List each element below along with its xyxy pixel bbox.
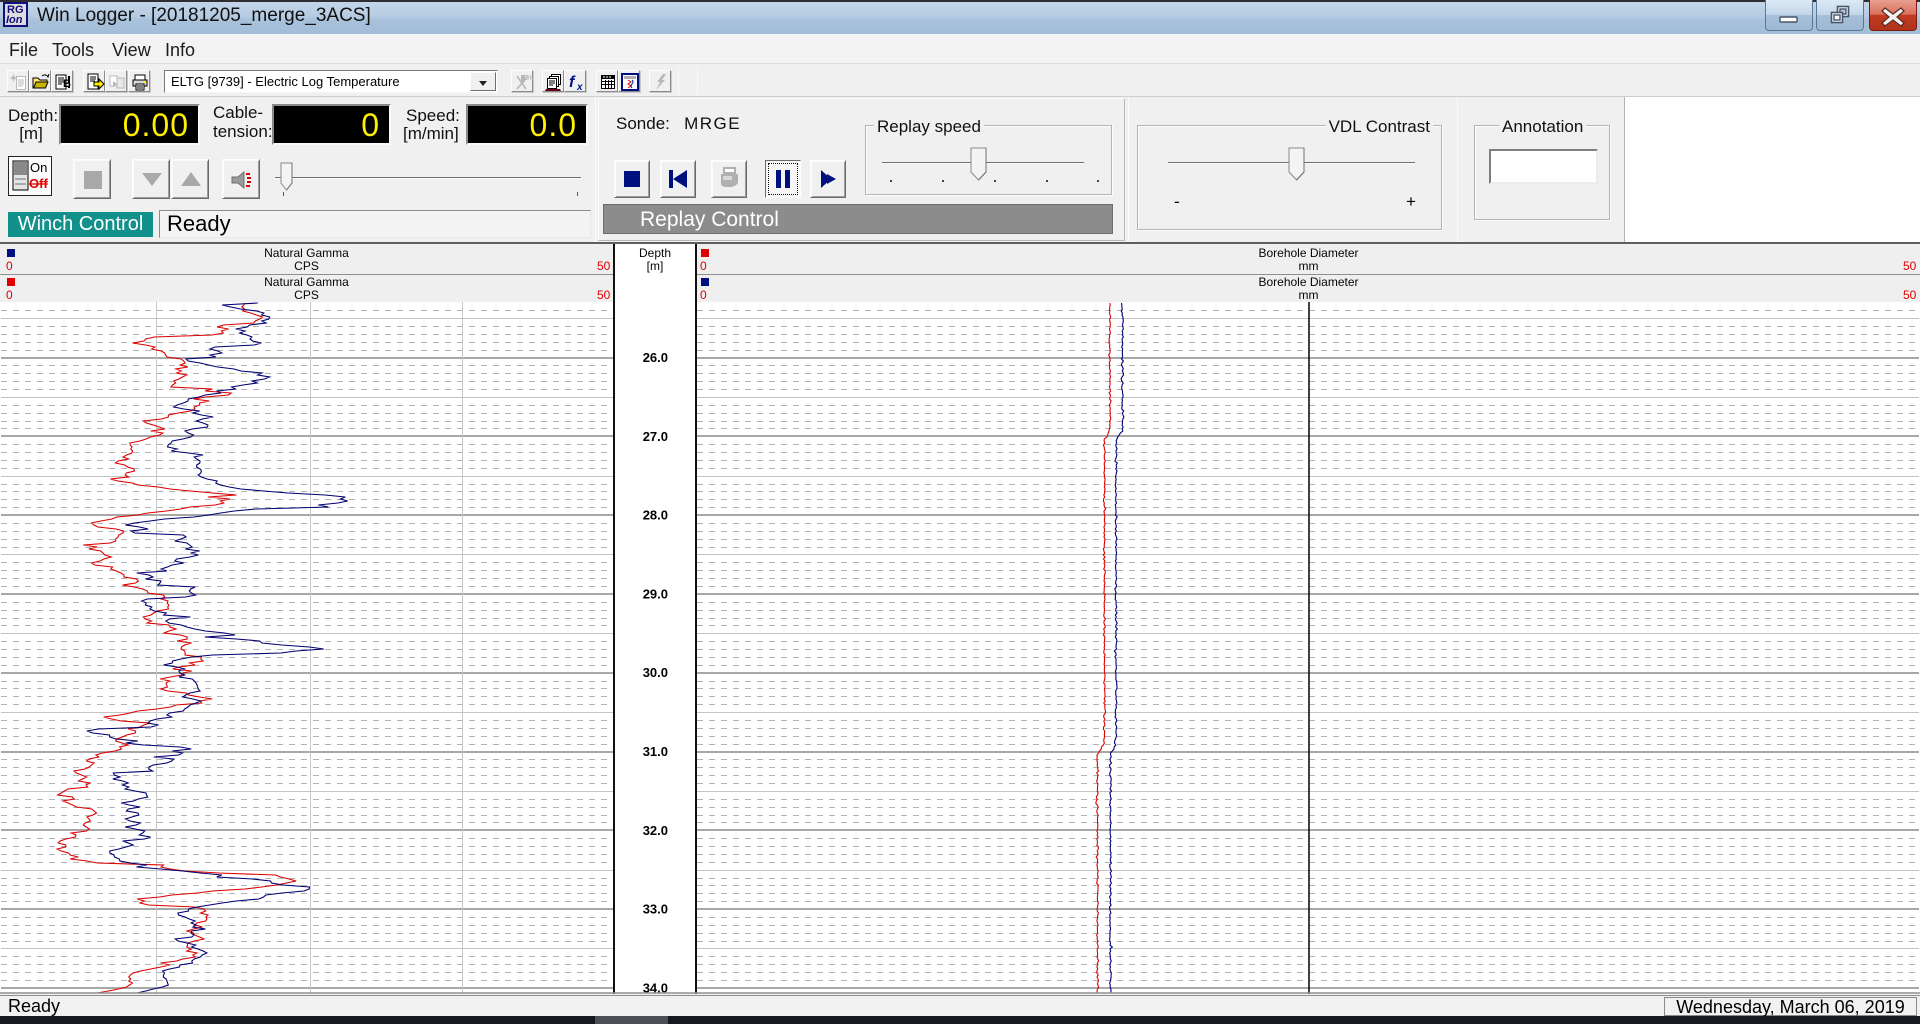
svg-text:31.0: 31.0: [643, 744, 668, 759]
svg-text:29.0: 29.0: [643, 586, 668, 601]
svg-text:33.0: 33.0: [643, 902, 668, 917]
svg-text:On: On: [30, 160, 47, 175]
svg-text:OK: OK: [524, 75, 533, 82]
svg-text:Off: Off: [29, 176, 48, 191]
svg-text:30.0: 30.0: [643, 665, 668, 680]
svg-text:27.0: 27.0: [643, 429, 668, 444]
svg-text:f: f: [569, 74, 576, 91]
svg-text:x: x: [576, 82, 583, 92]
svg-text:28.0: 28.0: [643, 508, 668, 523]
svg-text:34.0: 34.0: [643, 980, 668, 994]
svg-text:32.0: 32.0: [643, 823, 668, 838]
svg-text:26.0: 26.0: [643, 350, 668, 365]
